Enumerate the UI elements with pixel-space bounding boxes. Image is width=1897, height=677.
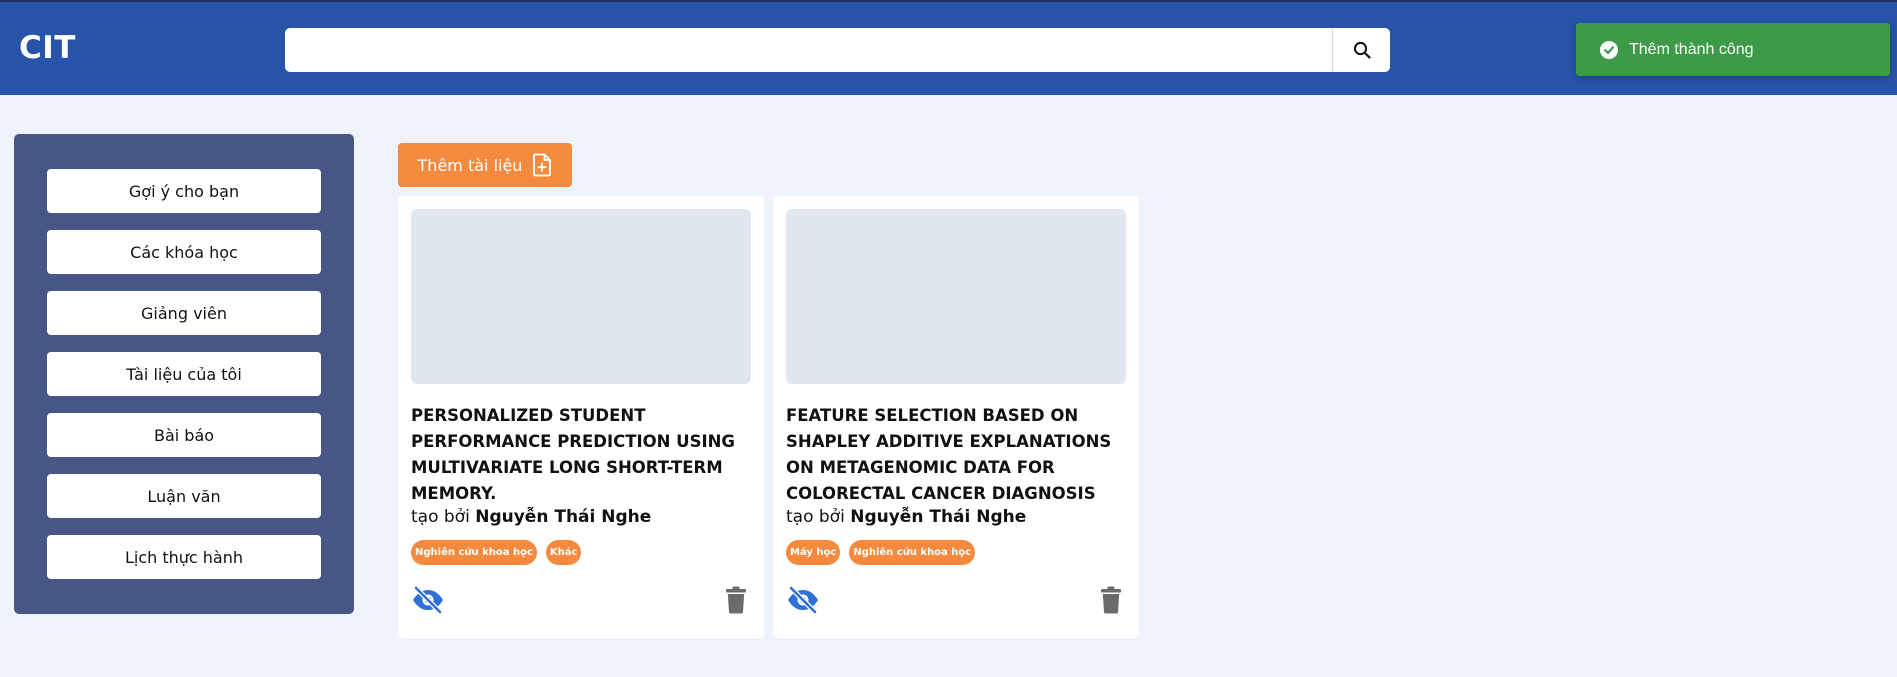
search-button[interactable] <box>1332 28 1390 72</box>
sidebar-item-suggestions[interactable]: Gợi ý cho bạn <box>47 169 321 213</box>
check-circle-icon <box>1600 40 1618 59</box>
document-title[interactable]: PERSONALIZED STUDENT PERFORMANCE PREDICT… <box>411 403 756 507</box>
tag-badge[interactable]: Nghiên cứu khoa học <box>849 540 976 565</box>
search-bar <box>285 28 1390 72</box>
author-name: Nguyễn Thái Nghe <box>850 507 1027 527</box>
sidebar-item-lab-schedule[interactable]: Lịch thực hành <box>47 535 321 579</box>
sidebar-item-courses[interactable]: Các khóa học <box>47 230 321 274</box>
success-toast[interactable]: Thêm thành công <box>1576 23 1890 76</box>
document-title[interactable]: FEATURE SELECTION BASED ON SHAPLEY ADDIT… <box>786 403 1131 507</box>
document-thumbnail <box>411 209 751 384</box>
eye-slash-icon[interactable] <box>411 586 445 614</box>
file-plus-icon <box>533 153 552 177</box>
document-author: tạo bởi Nguyễn Thái Nghe <box>411 507 651 527</box>
eye-slash-icon[interactable] <box>786 586 820 614</box>
tag-list: Nghiên cứu khoa học Khác <box>411 540 582 565</box>
sidebar-item-theses[interactable]: Luận văn <box>47 474 321 518</box>
add-document-label: Thêm tài liệu <box>417 155 523 175</box>
sidebar: Gợi ý cho bạn Các khóa học Giảng viên Tà… <box>14 134 354 614</box>
author-name: Nguyễn Thái Nghe <box>475 507 652 527</box>
toast-message: Thêm thành công <box>1629 40 1754 58</box>
search-icon <box>1353 41 1371 59</box>
app-logo[interactable]: CIT <box>19 30 76 66</box>
document-card[interactable]: FEATURE SELECTION BASED ON SHAPLEY ADDIT… <box>773 196 1139 638</box>
trash-icon[interactable] <box>1100 586 1122 614</box>
trash-icon[interactable] <box>725 586 747 614</box>
sidebar-item-my-documents[interactable]: Tài liệu của tôi <box>47 352 321 396</box>
sidebar-item-articles[interactable]: Bài báo <box>47 413 321 457</box>
tag-list: Máy học Nghiên cứu khoa học <box>786 540 976 565</box>
document-card[interactable]: PERSONALIZED STUDENT PERFORMANCE PREDICT… <box>398 196 764 638</box>
sidebar-item-lecturers[interactable]: Giảng viên <box>47 291 321 335</box>
tag-badge[interactable]: Máy học <box>786 540 841 565</box>
document-thumbnail <box>786 209 1126 384</box>
add-document-button[interactable]: Thêm tài liệu <box>398 143 572 187</box>
document-author: tạo bởi Nguyễn Thái Nghe <box>786 507 1026 527</box>
author-prefix: tạo bởi <box>411 507 470 527</box>
tag-badge[interactable]: Khác <box>545 540 582 565</box>
author-prefix: tạo bởi <box>786 507 845 527</box>
search-input[interactable] <box>285 28 1332 72</box>
tag-badge[interactable]: Nghiên cứu khoa học <box>411 540 537 565</box>
